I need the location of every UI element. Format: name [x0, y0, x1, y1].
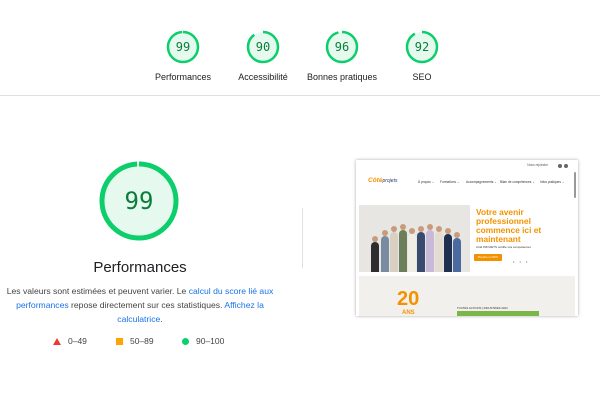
thumbnail-logo: Côtéprojets	[368, 177, 398, 184]
square-icon	[116, 337, 123, 345]
thumbnail-navbar: Côtéprojets À propos ⌄ Formations ⌄ Acco…	[356, 171, 578, 193]
performance-gauge: 99	[98, 160, 180, 242]
score-description: Les valeurs sont estimées et peuvent var…	[5, 284, 275, 326]
performance-title: Performances	[93, 259, 187, 276]
legend-pass: 90–100	[182, 336, 224, 346]
gauge-accessibilite[interactable]: 90 Accessibilité	[218, 30, 308, 82]
legend-average: 50–89	[116, 336, 154, 346]
gauge-bonnes-pratiques[interactable]: 96 Bonnes pratiques	[297, 30, 387, 82]
gauge-label: Bonnes pratiques	[306, 72, 378, 82]
description-text: Les valeurs sont estimées et peuvent var…	[6, 286, 189, 296]
thumbnail-hero-subtitle: Côté PROJETS certifie vos compétences	[476, 245, 531, 249]
gauge-label: Performances	[154, 72, 212, 82]
gauge-seo[interactable]: 92 SEO	[377, 30, 467, 82]
facebook-icon	[564, 164, 568, 168]
thumbnail-carousel-dots: • • •	[513, 259, 530, 264]
thumbnail-nav-item: Infos pratiques ⌄	[540, 180, 565, 184]
thumbnail-anniversary-number: 20	[397, 288, 420, 310]
score-ring: 90	[246, 30, 280, 64]
legend-fail-label: 0–49	[68, 336, 87, 346]
thumbnail-nav-item: Bilan de compétences ⌄	[500, 180, 535, 184]
score-ring: 99	[166, 30, 200, 64]
thumbnail-lower-section	[359, 276, 575, 316]
description-text: .	[160, 314, 163, 324]
gauge-label: Accessibilité	[238, 72, 288, 82]
vertical-divider	[302, 208, 303, 268]
gauge-label: SEO	[412, 72, 432, 82]
triangle-icon	[53, 337, 61, 345]
score-value: 90	[255, 40, 271, 54]
thumbnail-nav-item: Accompagnements ⌄	[466, 180, 497, 184]
thumbnail-nav-item: Formations ⌄	[440, 180, 460, 184]
score-ring: 92	[405, 30, 439, 64]
circle-icon	[182, 337, 189, 345]
gauge-performances[interactable]: 99 Performances	[138, 30, 228, 82]
thumbnail-news-banner	[457, 311, 539, 316]
thumbnail-cta-button: Prendre un RDV	[474, 254, 502, 261]
category-summary-bar: 99 Performances 90 Accessibilité 96 Bonn…	[0, 0, 600, 96]
thumbnail-hero-title: Votre avenir professionnel commence ici …	[476, 207, 542, 244]
score-ring: 96	[325, 30, 359, 64]
thumbnail-hero-photo	[359, 205, 470, 272]
linkedin-icon	[558, 164, 562, 168]
thumbnail-news-label: TOUTES ACTIONS | INDUSTRIES 2024	[457, 306, 508, 310]
thumbnail-anniversary-word: ANS	[402, 310, 415, 316]
legend-fail: 0–49	[53, 336, 87, 346]
thumbnail-join-link: Nous rejoindre	[527, 163, 548, 167]
score-value: 96	[334, 40, 350, 54]
page-screenshot-thumbnail[interactable]: Nous rejoindre Côtéprojets À propos ⌄ Fo…	[356, 160, 578, 316]
legend-pass-label: 90–100	[196, 336, 225, 346]
description-text: repose directement sur ces statistiques.	[68, 300, 225, 310]
thumbnail-topbar: Nous rejoindre	[356, 160, 578, 171]
thumbnail-nav-item: À propos ⌄	[418, 180, 435, 184]
thumbnail-scrollbar	[574, 172, 576, 198]
score-value: 92	[414, 40, 430, 54]
score-value: 99	[175, 40, 191, 54]
performance-score: 99	[124, 187, 154, 215]
legend-average-label: 50–89	[130, 336, 154, 346]
